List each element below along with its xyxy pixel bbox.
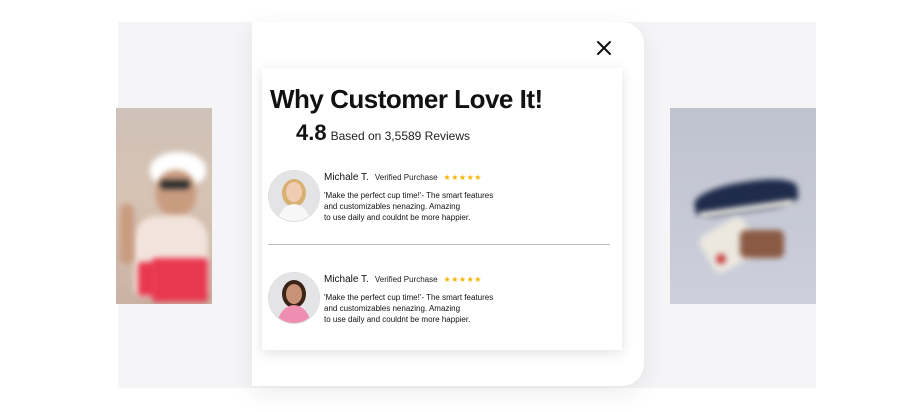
review-line: 'Make the perfect cup time!'- The smart … bbox=[324, 293, 494, 302]
review-line: to use daily and couldnt be more happier… bbox=[324, 213, 471, 222]
reviews-card: Why Customer Love It! 4.8 Based on 3,558… bbox=[262, 68, 622, 350]
reviews-title: Why Customer Love It! bbox=[270, 84, 543, 114]
reviewer-name: Michale T. bbox=[324, 172, 369, 183]
review-line: 'Make the perfect cup time!'- The smart … bbox=[324, 191, 494, 200]
close-icon bbox=[597, 41, 611, 55]
rating-summary: 4.8 Based on 3,5589 Reviews bbox=[296, 120, 470, 146]
reviewer-avatar bbox=[268, 272, 320, 324]
product-photo-woman-shopping[interactable] bbox=[116, 108, 212, 304]
review-line: to use daily and couldnt be more happier… bbox=[324, 315, 471, 324]
star-rating: ★★★★★ bbox=[443, 173, 482, 182]
reviewer-avatar bbox=[268, 170, 320, 222]
product-photo-loafer-shoe[interactable] bbox=[670, 108, 816, 304]
review-line: and customizables nenazing. Amazing bbox=[324, 304, 461, 313]
close-button[interactable] bbox=[592, 36, 616, 60]
review-item: Michale T. Verified Purchase ★★★★★ 'Make… bbox=[268, 170, 608, 226]
review-text: 'Make the perfect cup time!'- The smart … bbox=[324, 190, 524, 223]
reviewer-name: Michale T. bbox=[324, 274, 369, 285]
review-header: Michale T. Verified Purchase ★★★★★ bbox=[324, 274, 482, 285]
rating-count-text: Based on 3,5589 Reviews bbox=[330, 129, 471, 143]
review-divider bbox=[268, 244, 610, 245]
verified-badge: Verified Purchase bbox=[374, 275, 438, 284]
rating-value: 4.8 bbox=[296, 120, 327, 145]
review-line: and customizables nenazing. Amazing bbox=[324, 202, 461, 211]
star-rating: ★★★★★ bbox=[443, 275, 482, 284]
review-text: 'Make the perfect cup time!'- The smart … bbox=[324, 292, 524, 325]
review-item: Michale T. Verified Purchase ★★★★★ 'Make… bbox=[268, 272, 608, 328]
review-header: Michale T. Verified Purchase ★★★★★ bbox=[324, 172, 482, 183]
verified-badge: Verified Purchase bbox=[374, 173, 438, 182]
